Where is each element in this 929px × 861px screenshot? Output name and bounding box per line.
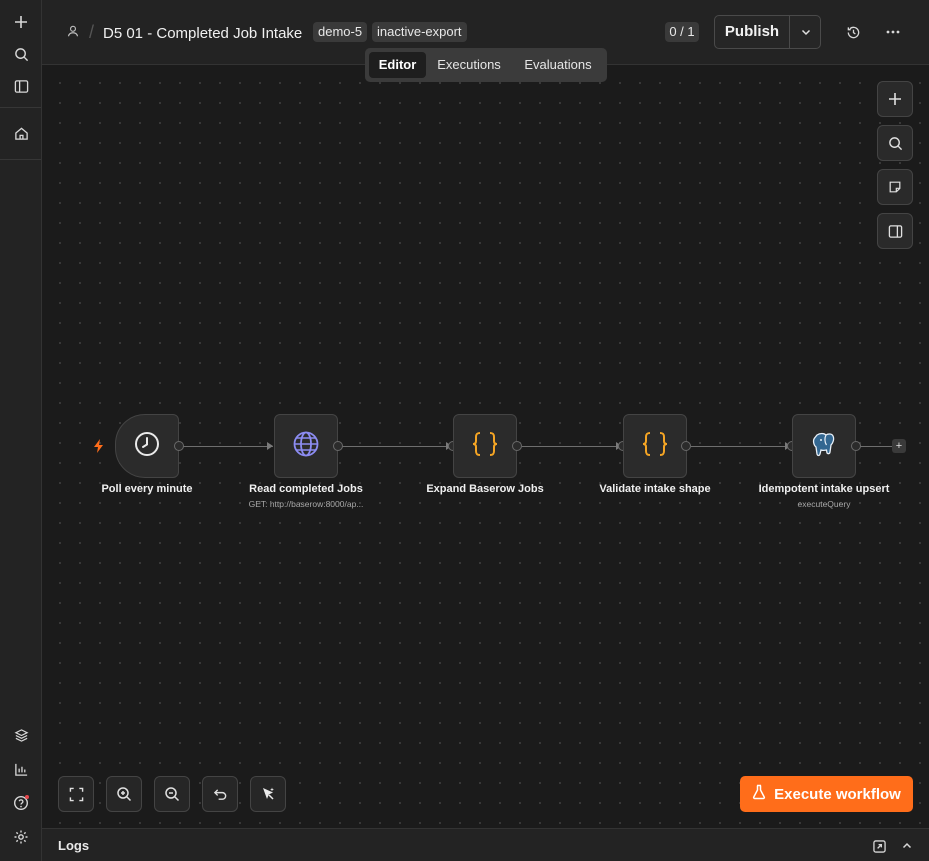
node-label: Poll every minute [101, 483, 193, 495]
node-subtitle: GET: http://baserow:8000/ap... [248, 499, 364, 509]
chevron-up-icon[interactable] [899, 838, 915, 854]
templates-icon[interactable] [9, 723, 33, 747]
zoom-in-icon[interactable] [106, 776, 142, 812]
execute-workflow-label: Execute workflow [774, 785, 901, 803]
trigger-bolt-icon [93, 439, 105, 453]
node-idempotent-intake-upsert[interactable] [792, 414, 856, 478]
history-icon[interactable] [843, 22, 863, 42]
workflow-canvas[interactable]: + Poll every minute Read completed Jobs … [42, 65, 929, 828]
tab-evaluations[interactable]: Evaluations [513, 52, 603, 78]
logs-panel-bar[interactable]: Logs [42, 828, 929, 861]
flask-icon [752, 784, 766, 804]
connection-edge [860, 446, 892, 447]
publish-button-group: Publish [714, 15, 821, 49]
view-tabs: Editor Executions Evaluations [365, 48, 607, 82]
node-label: Read completed Jobs [249, 483, 363, 495]
node-validate-intake-shape[interactable] [623, 414, 687, 478]
node-subtitle: executeQuery [797, 499, 851, 509]
node-label: Expand Baserow Jobs [426, 483, 544, 495]
globe-icon [292, 430, 320, 463]
chevron-down-icon[interactable] [790, 16, 821, 48]
tag-badge[interactable]: demo-5 [313, 22, 368, 42]
node-poll-every-minute[interactable] [115, 414, 179, 478]
insights-icon[interactable] [9, 757, 33, 781]
canvas-search-icon[interactable] [877, 125, 913, 161]
node-expand-baserow-jobs[interactable] [453, 414, 517, 478]
code-braces-icon [470, 430, 500, 463]
workflow-title[interactable]: D5 01 - Completed Job Intake [103, 25, 302, 42]
output-handle[interactable] [681, 441, 691, 451]
add-icon[interactable] [9, 10, 33, 34]
left-rail [0, 0, 42, 861]
connection-edge[interactable] [522, 446, 622, 447]
tag-badge[interactable]: inactive-export [372, 22, 467, 42]
tidy-up-icon[interactable] [250, 776, 286, 812]
undo-icon[interactable] [202, 776, 238, 812]
logs-label: Logs [58, 838, 90, 853]
home-icon[interactable] [9, 121, 33, 145]
tab-executions[interactable]: Executions [430, 52, 508, 78]
rail-divider [0, 159, 41, 160]
clock-icon [134, 431, 160, 462]
rail-divider [0, 107, 41, 108]
add-next-node-button[interactable]: + [892, 439, 906, 453]
node-label: Validate intake shape [599, 483, 711, 495]
panel-toggle-icon[interactable] [877, 213, 913, 249]
fit-view-icon[interactable] [58, 776, 94, 812]
node-read-completed-jobs[interactable] [274, 414, 338, 478]
output-handle[interactable] [851, 441, 861, 451]
more-options-icon[interactable] [883, 22, 903, 42]
connection-edge[interactable] [183, 446, 273, 447]
execute-workflow-button[interactable]: Execute workflow [740, 776, 913, 812]
node-label: Idempotent intake upsert [758, 483, 890, 495]
connection-edge[interactable] [691, 446, 791, 447]
sidebar-toggle-icon[interactable] [9, 74, 33, 98]
postgres-icon [810, 430, 838, 463]
output-handle[interactable] [333, 441, 343, 451]
sticky-note-icon[interactable] [877, 169, 913, 205]
tab-editor[interactable]: Editor [369, 52, 426, 78]
settings-gear-icon[interactable] [9, 825, 33, 849]
output-handle[interactable] [512, 441, 522, 451]
zoom-out-icon[interactable] [154, 776, 190, 812]
active-version-counter: 0 / 1 [665, 22, 699, 42]
breadcrumb-separator: / [89, 22, 95, 42]
code-braces-icon [640, 430, 670, 463]
popout-icon[interactable] [871, 838, 887, 854]
user-icon[interactable] [66, 24, 82, 40]
output-handle[interactable] [174, 441, 184, 451]
connection-edge[interactable] [342, 446, 452, 447]
publish-button[interactable]: Publish [715, 16, 789, 48]
edge-arrow [267, 442, 273, 450]
add-node-icon[interactable] [877, 81, 913, 117]
search-icon[interactable] [9, 42, 33, 66]
help-icon[interactable] [9, 791, 33, 815]
